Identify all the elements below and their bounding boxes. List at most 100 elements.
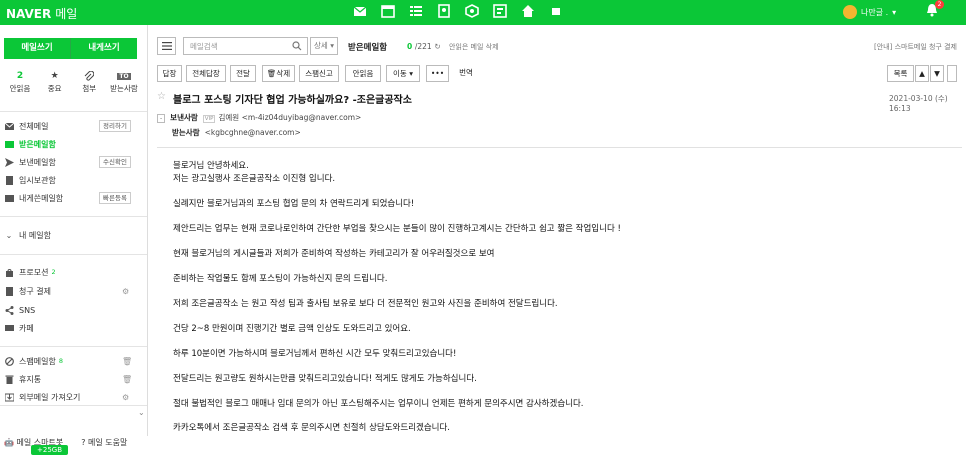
refresh-icon[interactable]: ↻ — [434, 42, 440, 51]
folder-trash[interactable]: 휴지통 🗑 — [4, 371, 144, 387]
quick-unread[interactable]: 2 안읽음 — [4, 69, 36, 94]
next-mail-button[interactable]: ▼ — [930, 65, 944, 82]
search-icon[interactable] — [292, 41, 302, 53]
scroll-down-icon[interactable]: ⌄ — [138, 408, 145, 417]
report-spam-button[interactable]: 스팸신고 — [299, 65, 339, 82]
folder-label: 휴지통 — [19, 374, 42, 384]
to-row: 받는사람 <kgbcghne@naver.com> — [172, 127, 772, 138]
top-bar: NAVER 메일 나만글 . ▾ 2 — [0, 0, 966, 25]
calendar-icon[interactable] — [380, 3, 396, 19]
sender[interactable]: 김예원 <m-4iz04duyibag@naver.com> — [218, 113, 361, 122]
list-button[interactable]: 목록 — [887, 65, 914, 82]
top-toolbar: 메일검색 상세 ▾ 받은메일함 0 /221 ↻ 안읽은 메일 삭제 [안내] … — [157, 36, 962, 56]
box-icon[interactable] — [548, 3, 564, 19]
folder-label: 청구 결제 — [19, 286, 51, 296]
folder-cafe[interactable]: 카페 — [4, 320, 144, 336]
star-icon[interactable]: ☆ — [157, 91, 166, 102]
shop-icon — [4, 267, 14, 277]
folder-all-mail[interactable]: 전체메일 정리하기 — [4, 118, 144, 134]
more-button[interactable]: ••• — [426, 65, 449, 82]
body-line: 저희 조은글공작소 는 원고 작성 팀과 출사팀 보유로 보다 더 전문적인 원… — [173, 299, 558, 309]
from-label: 보낸사람 — [170, 113, 198, 122]
folder-label: 임시보관함 — [19, 175, 56, 185]
detail-search-button[interactable]: 상세 ▾ — [310, 37, 338, 55]
delete-button[interactable]: 🗑삭제 — [262, 65, 295, 82]
delete-unread-link[interactable]: 안읽은 메일 삭제 — [449, 42, 499, 52]
folder-sns[interactable]: SNS — [4, 302, 144, 318]
divider — [0, 254, 147, 255]
write-mail-button[interactable]: 메일쓰기 — [4, 38, 70, 59]
user-menu[interactable]: 나만글 . ▾ — [843, 5, 896, 19]
menu-icon[interactable] — [157, 37, 176, 55]
organize-button[interactable]: 정리하기 — [99, 120, 131, 132]
folder-inbox[interactable]: 받은메일함 — [4, 136, 144, 152]
folder-to-self[interactable]: 내게쓴메일함 빠른등록 — [4, 190, 144, 206]
body-line: 절대 불법적인 블로그 매매나 임대 문의가 아닌 포스팅해주시는 업무이니 언… — [173, 399, 584, 409]
promo-notice[interactable]: [안내] 스마트메일 청구 결제 — [874, 42, 957, 52]
chevron-down-icon: ⌄ — [5, 230, 13, 240]
notification-badge: 2 — [935, 0, 944, 9]
reply-all-button[interactable]: 전체답장 — [186, 65, 226, 82]
mail-icon[interactable] — [352, 3, 368, 19]
share-icon — [4, 305, 14, 315]
forward-button[interactable]: 전달 — [230, 65, 256, 82]
folder-billing[interactable]: 청구 결제 ⚙ — [4, 283, 144, 299]
naver-logo-text: NAVER — [6, 7, 52, 21]
folder-spam[interactable]: 스팸메일함 8 🗑 — [4, 353, 144, 369]
avatar — [843, 5, 857, 19]
folder-drafts[interactable]: 임시보관함 — [4, 172, 144, 188]
expand-button[interactable]: - — [157, 114, 166, 123]
mark-unread-button[interactable]: 안읽음 — [345, 65, 381, 82]
translate-button[interactable]: 번역 — [455, 65, 477, 82]
cube-icon[interactable] — [464, 3, 480, 19]
search-input[interactable]: 메일검색 — [183, 37, 308, 55]
mail-logo-text: 메일 — [55, 7, 78, 21]
receipt-icon — [4, 286, 14, 296]
empty-trash-icon[interactable]: 🗑 — [122, 375, 132, 384]
memo-icon[interactable] — [492, 3, 508, 19]
divider — [0, 405, 147, 406]
body-line: 준비하는 작업물도 함께 포스팅이 가능하신지 문의 드립니다. — [173, 274, 388, 284]
naver-mail-logo[interactable]: NAVER 메일 — [6, 5, 77, 22]
import-icon — [4, 392, 14, 402]
trash-icon: 🗑 — [266, 69, 277, 78]
trash-icon[interactable]: 🗑 — [122, 357, 132, 366]
quick-important[interactable]: ★ 중요 — [39, 69, 71, 94]
body-line: 블로거님 안녕하세요. — [173, 161, 249, 171]
quick-register-button[interactable]: 빠른등록 — [99, 192, 131, 204]
recipient[interactable]: <kgbcghne@naver.com> — [205, 128, 301, 137]
quick-to-me[interactable]: TO 받는사람 — [108, 69, 140, 94]
storage-badge[interactable]: +25GB — [31, 445, 68, 455]
contacts-icon[interactable] — [436, 3, 452, 19]
mail-view: 메일검색 상세 ▾ 받은메일함 0 /221 ↻ 안읽은 메일 삭제 [안내] … — [149, 25, 966, 436]
gear-icon[interactable]: ⚙ — [122, 287, 129, 296]
move-button[interactable]: 이동 ▾ — [386, 65, 420, 82]
help-link[interactable]: ? 메일 도움말 — [81, 437, 127, 448]
folder-sent[interactable]: 보낸메일함 수신확인 — [4, 154, 144, 170]
home-icon[interactable] — [520, 3, 536, 19]
action-toolbar: 답장 전체답장 전달 🗑삭제 스팸신고 안읽음 이동 ▾ ••• 번역 — [157, 65, 962, 82]
body-line: 카카오톡에서 조은글공작소 검색 후 문의주시면 친절히 상담도와드리겠습니다. — [173, 423, 450, 433]
vip-button[interactable]: VIP — [202, 115, 216, 123]
compose-buttons: 메일쓰기 내게쓰기 — [4, 38, 137, 59]
unread-number: 0 — [407, 42, 413, 51]
print-button[interactable] — [947, 65, 957, 82]
folder-import-external[interactable]: 외부메일 가져오기 ⚙ — [4, 389, 144, 405]
reply-button[interactable]: 답장 — [157, 65, 182, 82]
prev-mail-button[interactable]: ▲ — [915, 65, 929, 82]
send-icon — [4, 157, 14, 167]
list-icon[interactable] — [408, 3, 424, 19]
folder-promotion[interactable]: 프로모션 2 — [4, 264, 144, 280]
folder-label: 전체메일 — [19, 121, 49, 131]
folder-label: SNS — [19, 305, 36, 315]
quick-attachment[interactable]: 첨부 — [73, 69, 105, 94]
write-to-self-button[interactable]: 내게쓰기 — [70, 38, 137, 59]
read-receipt-button[interactable]: 수신확인 — [99, 156, 131, 168]
quick-filters: 2 안읽음 ★ 중요 첨부 TO 받는사람 — [4, 69, 140, 94]
gear-icon[interactable]: ⚙ — [122, 393, 129, 402]
folder-label: 카페 — [19, 323, 34, 333]
unread-count: 2 — [16, 71, 24, 81]
sidebar: 메일쓰기 내게쓰기 2 안읽음 ★ 중요 첨부 TO 받는사람 전체메일 정리하… — [0, 25, 148, 455]
my-mailbox-toggle[interactable]: ⌄ 내 메일함 — [4, 227, 144, 243]
body-line: 저는 광고실행사 조은글공작소 이진형 입니다. — [173, 174, 336, 184]
